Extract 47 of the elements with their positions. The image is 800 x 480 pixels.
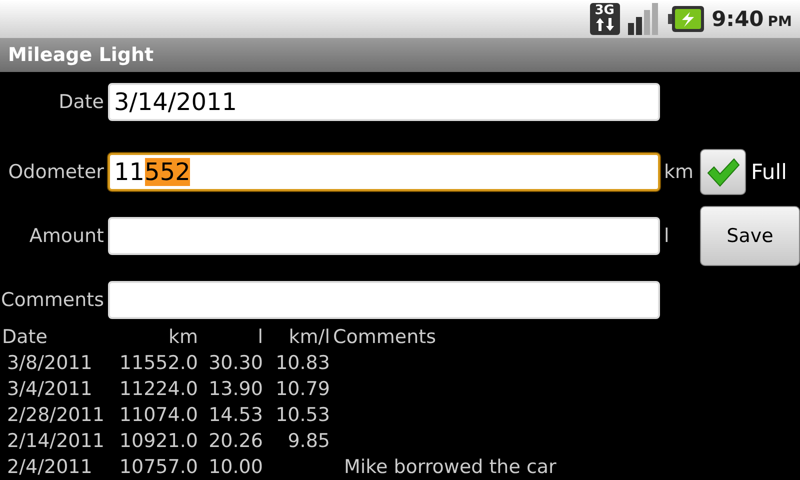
table-cell-text: 10921.0 bbox=[118, 429, 198, 454]
save-button[interactable]: Save bbox=[700, 206, 800, 266]
input-field[interactable]: 3/14/2011 bbox=[108, 83, 660, 121]
column-header: l bbox=[256, 325, 263, 350]
input-field[interactable]: 11552 bbox=[108, 153, 660, 191]
battery-charging-icon bbox=[668, 6, 704, 32]
column-header: Comments bbox=[332, 325, 437, 350]
column-header: Date bbox=[1, 325, 48, 350]
field-label: Date bbox=[58, 91, 104, 113]
checkbox[interactable] bbox=[700, 149, 746, 195]
field-label: Odometer bbox=[7, 161, 104, 183]
table-cell-text: 2/14/2011 bbox=[6, 429, 106, 454]
table-cell-text: 30.30 bbox=[208, 351, 263, 376]
table-cell-text: 10.00 bbox=[208, 455, 263, 480]
table-cell-text: 9.85 bbox=[286, 429, 330, 454]
table-cell-text: 10.83 bbox=[274, 351, 330, 376]
table-cell-text: 20.26 bbox=[208, 429, 263, 454]
table-cell-text: 2/28/2011 bbox=[6, 403, 106, 428]
field-text: 552 bbox=[144, 158, 190, 186]
field-text: 11 bbox=[114, 158, 145, 186]
clock-time: 9:40 bbox=[712, 7, 764, 31]
input-field[interactable] bbox=[108, 281, 660, 319]
input-field[interactable] bbox=[108, 217, 660, 255]
checkbox-label: Full bbox=[751, 160, 787, 184]
network-type-icon: 3G bbox=[590, 3, 620, 35]
signal-icon bbox=[628, 3, 660, 35]
field-label: Amount bbox=[28, 225, 104, 247]
table-cell-text: 11074.0 bbox=[118, 403, 198, 428]
table-cell-text: 10.79 bbox=[274, 377, 330, 402]
unit-label: km bbox=[664, 161, 695, 183]
table-cell-text: Mike borrowed the car bbox=[343, 455, 558, 480]
table-cell-text: 3/4/2011 bbox=[6, 377, 94, 402]
table-cell-text: 3/8/2011 bbox=[6, 351, 94, 376]
unit-label: l bbox=[664, 225, 670, 247]
table-cell-text: 11224.0 bbox=[118, 377, 198, 402]
table-cell-text: 10757.0 bbox=[118, 455, 198, 480]
table-cell-text: 13.90 bbox=[208, 377, 263, 402]
table-cell-text: 10.53 bbox=[274, 403, 330, 428]
clock-ampm: PM bbox=[768, 14, 792, 30]
column-header: km/l bbox=[288, 325, 330, 350]
table-cell-text: 2/4/2011 bbox=[6, 455, 94, 480]
table-cell-text: 11552.0 bbox=[118, 351, 198, 376]
app-title: Mileage Light bbox=[0, 38, 800, 72]
column-header: km bbox=[167, 325, 198, 350]
field-label: Comments bbox=[0, 289, 104, 311]
field-text: 3/14/2011 bbox=[114, 88, 238, 116]
table-cell-text: 14.53 bbox=[208, 403, 263, 428]
